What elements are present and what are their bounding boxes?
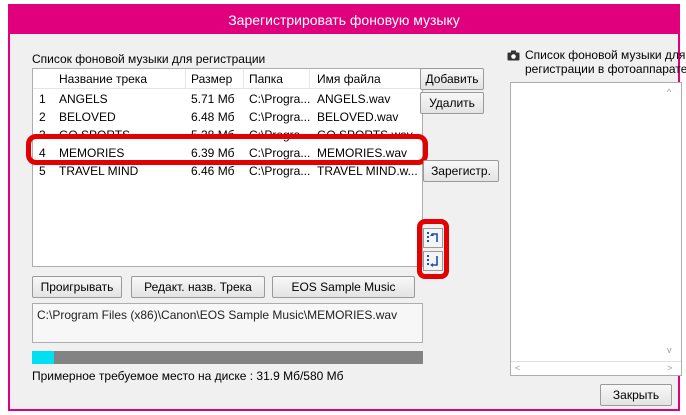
camera-list-heading-line1: Список фоновой музыки для [525,48,686,62]
column-header-filename[interactable]: Имя файла [317,69,381,89]
move-up-icon [427,232,438,242]
window-title: Зарегистрировать фоновую музыку [10,6,678,34]
camera-music-list[interactable]: ^ v < > [510,82,682,376]
track-name: ANGELS [59,92,108,106]
horizontal-scrollbar-divider [511,361,681,362]
list-header: Название трека Размер Папка Имя файла [33,69,422,89]
camera-icon [507,50,520,61]
move-down-icon [427,255,438,267]
disk-usage-bar [32,351,423,364]
delete-button[interactable]: Удалить [420,92,484,114]
move-up-button[interactable] [423,228,443,248]
scroll-up-icon[interactable]: ^ [667,87,671,97]
disk-usage-text: Примерное требуемое место на диске : 31.… [32,369,344,383]
row-number: 2 [39,110,46,124]
table-row[interactable]: 1 ANGELS 5.71 Мб C:\Progra... ANGELS.wav [33,90,422,108]
add-button[interactable]: Добавить [420,68,484,90]
move-down-button[interactable] [423,251,443,271]
track-file: BELOVED.wav [317,110,399,124]
edit-track-name-button[interactable]: Редакт. назв. Трека [131,276,265,298]
file-path-display: C:\Program Files (x86)\Canon\EOS Sample … [32,303,423,343]
row-number: 1 [39,92,46,106]
track-name: BELOVED [59,110,116,124]
play-button[interactable]: Проигрывать [32,276,122,298]
register-bgm-window: Зарегистрировать фоновую музыку Список ф… [8,4,686,411]
track-list-heading: Список фоновой музыки для регистрации [32,52,266,66]
track-folder: C:\Progra... [249,92,311,106]
column-header-folder[interactable]: Папка [249,69,283,89]
scroll-left-icon[interactable]: < [515,363,520,373]
track-folder: C:\Progra... [249,110,311,124]
eos-sample-music-button[interactable]: EOS Sample Music [272,276,415,298]
track-size: 5.71 Мб [191,92,235,106]
column-header-name[interactable]: Название трека [59,69,147,89]
column-header-size[interactable]: Размер [191,69,232,89]
track-file: ANGELS.wav [317,92,391,106]
track-size: 6.48 Мб [191,110,235,124]
close-button[interactable]: Закрыть [600,384,672,406]
scroll-down-icon[interactable]: v [667,345,672,355]
track-list[interactable]: Название трека Размер Папка Имя файла 1 … [32,68,423,267]
disk-usage-fill [32,351,54,364]
scroll-right-icon[interactable]: > [667,363,672,373]
selected-row-highlight [26,134,428,165]
camera-list-heading-line2: регистрации в фотоаппарате [525,62,686,76]
table-row[interactable]: 2 BELOVED 6.48 Мб C:\Progra... BELOVED.w… [33,108,422,126]
register-button[interactable]: Зарегистр. [423,160,499,182]
